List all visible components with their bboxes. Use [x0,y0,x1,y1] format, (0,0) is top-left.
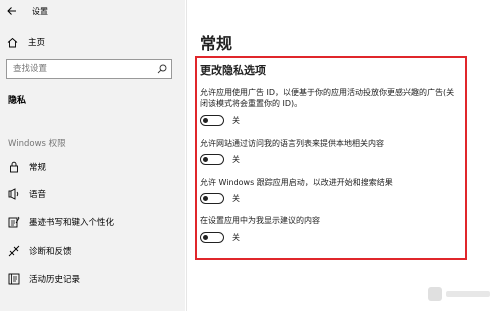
back-arrow-icon [7,7,16,15]
toggle-knob [203,117,208,123]
pane-divider [186,0,187,311]
toggle-state-label: 关 [232,194,240,203]
toggle-language-list[interactable] [200,154,224,165]
toggle-knob [203,195,208,201]
search-icon[interactable] [153,64,171,74]
sidebar-item-general[interactable]: 常规 [8,159,46,175]
activity-history-icon [8,273,20,285]
sidebar-item-label: 常规 [29,163,47,173]
search-input[interactable] [7,63,153,75]
toggle-row-suggested-content: 关 [200,232,240,243]
toggle-state-label: 关 [232,155,240,164]
sidebar: 设置 主页 隐私 Windows 权限 常规 [0,0,185,311]
section-heading-windows-permissions: Windows 权限 [8,139,66,149]
lock-icon [8,161,20,173]
toggle-ad-id[interactable] [200,115,224,126]
sidebar-item-speech[interactable]: 语音 [8,186,46,202]
feedback-icon [8,245,20,257]
option-description-suggested-content: 在设置应用中为我显示建议的内容 [200,216,320,225]
section-heading-privacy: 隐私 [8,96,27,106]
toggle-suggested-content[interactable] [200,232,224,243]
toggle-row-track-launches: 关 [200,193,240,204]
home-icon [6,36,18,48]
sidebar-item-label: 语音 [29,190,47,200]
home-label: 主页 [28,38,46,48]
section-title: 更改隐私选项 [200,64,266,77]
option-description-language-list: 允许网站通过访问我的语言列表来提供本地相关内容 [200,139,384,148]
sidebar-item-diagnostics[interactable]: 诊断和反馈 [8,243,72,259]
toggle-knob [203,156,208,162]
window-title: 设置 [32,6,48,16]
sidebar-item-label: 墨迹书写和键入个性化 [29,218,115,228]
toggle-row-language-list: 关 [200,154,240,165]
pen-keyboard-icon [8,216,20,228]
toggle-knob [203,234,208,240]
page-title: 常规 [200,34,233,53]
search-box[interactable] [6,59,172,79]
sidebar-item-label: 活动历史记录 [29,275,81,285]
option-description-track-launches: 允许 Windows 跟踪应用启动，以改进开始和搜索结果 [200,178,393,187]
sidebar-item-activity-history[interactable]: 活动历史记录 [8,271,80,287]
toggle-state-label: 关 [232,233,240,242]
sidebar-item-inking-typing[interactable]: 墨迹书写和键入个性化 [8,214,114,230]
toggle-track-launches[interactable] [200,193,224,204]
back-button[interactable] [0,0,24,22]
toggle-row-ad-id: 关 [200,115,240,126]
toggle-state-label: 关 [232,116,240,125]
sidebar-item-label: 诊断和反馈 [29,247,72,257]
option-description-ad-id: 允许应用使用广告 ID，以便基于你的应用活动投放你更感兴趣的广告(关闭该模式将会… [200,88,455,108]
speech-icon [8,188,20,200]
home-link[interactable]: 主页 [6,36,45,48]
watermark-logo [426,283,494,305]
title-bar: 设置 [0,0,185,22]
